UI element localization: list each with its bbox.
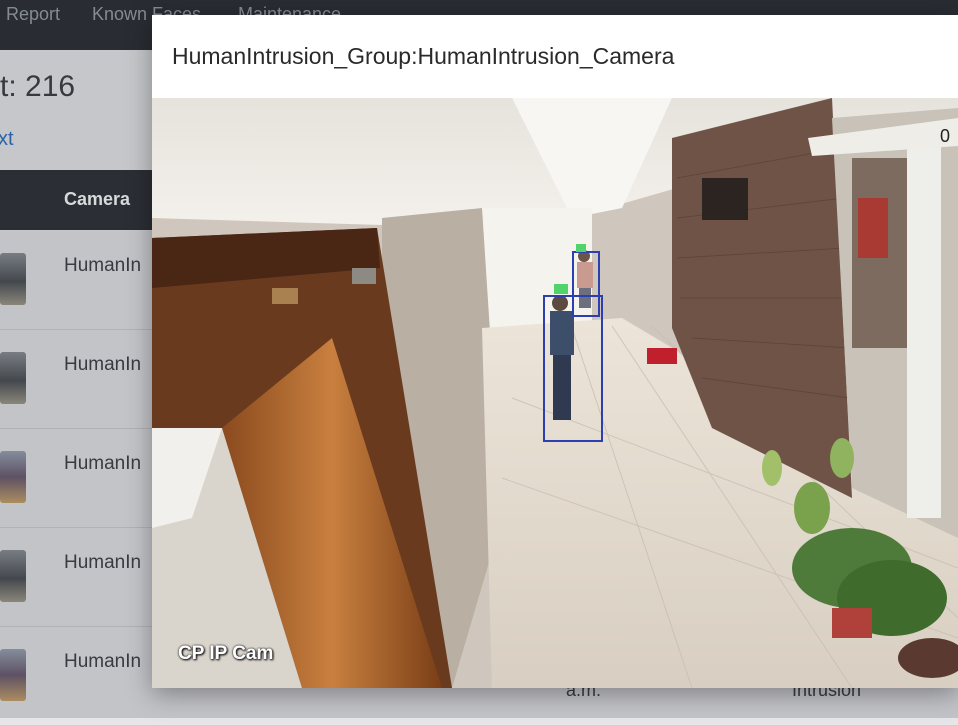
camera-event-modal: HumanIntrusion_Group:HumanIntrusion_Came… [152, 15, 958, 688]
modal-title: HumanIntrusion_Group:HumanIntrusion_Came… [172, 43, 675, 69]
hallway-scene [152, 98, 958, 688]
person-near [550, 295, 574, 420]
modal-header: HumanIntrusion_Group:HumanIntrusion_Came… [152, 15, 958, 98]
detection-head-far [576, 244, 586, 252]
timestamp-overlay: 0 [940, 126, 951, 146]
detection-head-near [554, 284, 568, 294]
camera-snapshot: CP IP Cam 0 [152, 98, 958, 688]
camera-overlay-label: CP IP Cam [178, 643, 274, 664]
